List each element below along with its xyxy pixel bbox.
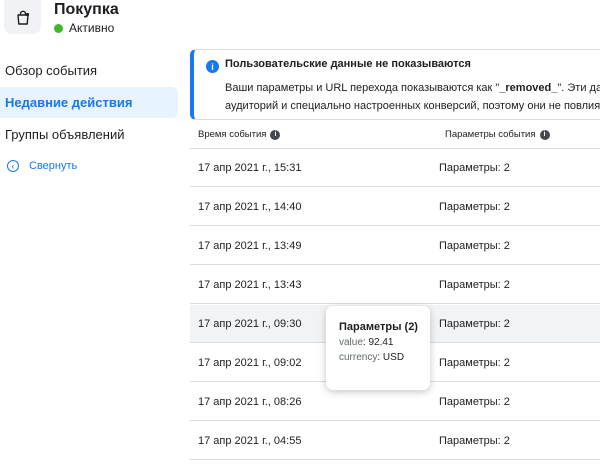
event-time-cell: 17 апр 2021 г., 15:31 — [198, 162, 302, 174]
notice-title: Пользовательские данные не показываются — [225, 58, 471, 70]
event-title: Покупка — [54, 1, 119, 18]
shopping-bag-icon — [4, 0, 41, 34]
info-icon[interactable]: i — [539, 129, 550, 140]
collapse-label: Свернуть — [29, 160, 78, 172]
tooltip-param: currency: USD — [339, 352, 405, 363]
notice-body-highlight: _removed_ — [499, 82, 558, 94]
column-header-label: Время события — [198, 129, 267, 140]
table-row[interactable]: 17 апр 2021 г., 04:55 Параметры: 2 — [190, 422, 600, 460]
tooltip-param-key: currency — [339, 352, 378, 363]
event-params-cell[interactable]: Параметры: 2 — [439, 435, 510, 447]
event-time-cell: 17 апр 2021 г., 09:30 — [198, 318, 302, 330]
column-header-label: Параметры события — [445, 129, 536, 140]
info-icon: i — [206, 60, 219, 73]
notice-banner: i Пользовательские данные не показываютс… — [190, 49, 600, 120]
event-params-cell[interactable]: Параметры: 2 — [439, 162, 510, 174]
sidebar-item-label: Группы объявлений — [5, 127, 125, 142]
collapse-button[interactable]: ‹ Свернуть — [7, 160, 77, 172]
event-status-label: Активно — [69, 21, 115, 35]
status-dot-icon — [54, 23, 63, 33]
event-params-cell[interactable]: Параметры: 2 — [439, 279, 510, 291]
table-row[interactable]: 17 апр 2021 г., 13:49 Параметры: 2 — [190, 227, 600, 265]
tooltip-param-key: value — [339, 337, 363, 348]
info-icon[interactable]: i — [270, 129, 281, 140]
tooltip-param-value: 92.41 — [368, 337, 394, 348]
sidebar-item-label: Недавние действия — [5, 95, 133, 110]
tooltip-param-value: USD — [382, 352, 405, 363]
event-time-cell: 17 апр 2021 г., 08:26 — [198, 396, 302, 408]
notice-body: Ваши параметры и URL перехода показывают… — [225, 79, 600, 115]
notice-body-text: аудиторий и специально настроенных конве… — [225, 100, 600, 112]
event-time-cell: 17 апр 2021 г., 09:02 — [198, 357, 302, 369]
sidebar-item-recent-activity[interactable]: Недавние действия — [0, 87, 178, 118]
sidebar-item-event-overview[interactable]: Обзор события — [0, 55, 178, 86]
event-time-cell: 17 апр 2021 г., 13:43 — [198, 279, 302, 291]
tooltip-param: value: 92.41 — [339, 337, 394, 348]
column-header-event-params[interactable]: Параметры события i — [445, 129, 550, 140]
event-time-cell: 17 апр 2021 г., 04:55 — [198, 435, 302, 447]
notice-body-text: ". Эти данные — [557, 82, 600, 94]
tooltip-title: Параметры (2) — [339, 321, 418, 333]
event-params-cell[interactable]: Параметры: 2 — [439, 396, 510, 408]
event-status: Активно — [54, 21, 114, 35]
notice-body-text: Ваши параметры и URL перехода показывают… — [225, 82, 500, 94]
event-params-cell[interactable]: Параметры: 2 — [439, 201, 510, 213]
event-params-cell[interactable]: Параметры: 2 — [439, 240, 510, 252]
sidebar-item-ad-sets[interactable]: Группы объявлений — [0, 119, 178, 150]
chevron-left-icon: ‹ — [7, 160, 19, 172]
table-row[interactable]: 17 апр 2021 г., 15:31 Параметры: 2 — [190, 149, 600, 187]
table-row[interactable]: 17 апр 2021 г., 14:40 Параметры: 2 — [190, 188, 600, 226]
sidebar-item-label: Обзор события — [5, 63, 98, 78]
params-tooltip: Параметры (2) value: 92.41 currency: USD — [326, 306, 430, 390]
table-row[interactable]: 17 апр 2021 г., 13:43 Параметры: 2 — [190, 266, 600, 304]
event-params-cell[interactable]: Параметры: 2 — [439, 357, 510, 369]
event-params-cell[interactable]: Параметры: 2 — [439, 318, 510, 330]
event-time-cell: 17 апр 2021 г., 14:40 — [198, 201, 302, 213]
event-time-cell: 17 апр 2021 г., 13:49 — [198, 240, 302, 252]
column-header-event-time[interactable]: Время события i — [198, 129, 281, 140]
